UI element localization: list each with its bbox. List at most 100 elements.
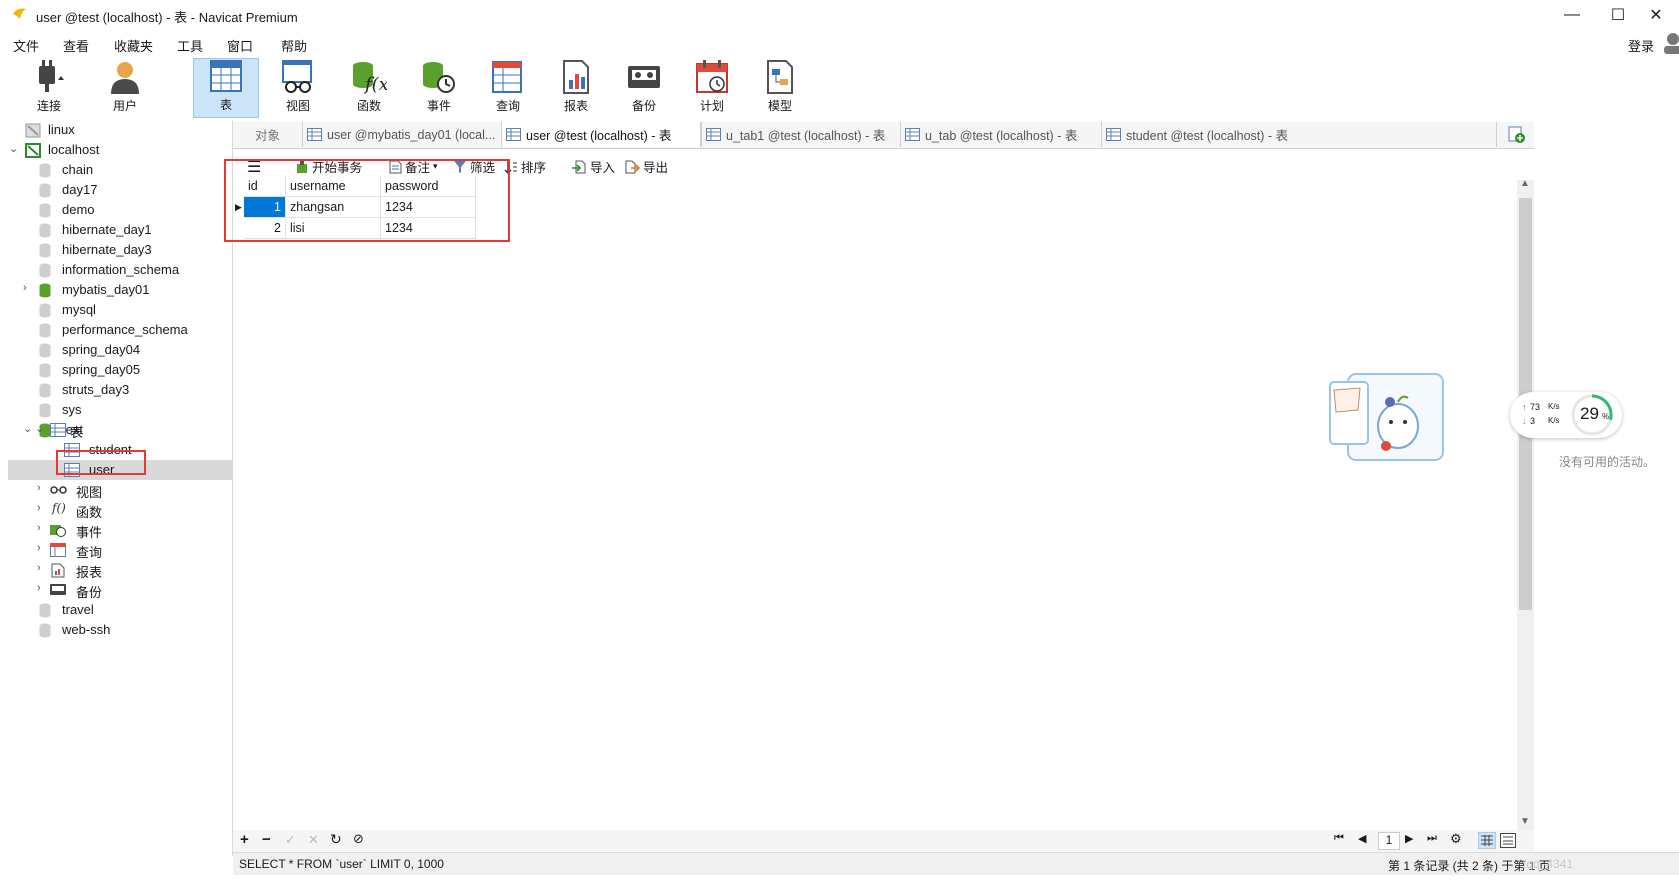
chevron-right-icon[interactable]: ›: [37, 582, 41, 594]
main-toolbar: 连接 用户 表 视图 f(x) 函数 事件 查询 报表 备份 计划 模型: [0, 56, 1679, 120]
chevron-right-icon[interactable]: ›: [23, 282, 27, 294]
tab-u-tab1[interactable]: u_tab1 @test (localhost) - 表: [701, 122, 901, 147]
chevron-right-icon[interactable]: ›: [37, 482, 41, 494]
chevron-right-icon[interactable]: ›: [37, 562, 41, 574]
tree-group-reports[interactable]: › 报表: [8, 560, 232, 580]
toolbar-user-button[interactable]: 用户: [92, 58, 158, 118]
tree-db-sys[interactable]: sys: [8, 400, 232, 420]
menu-tools[interactable]: 工具: [177, 36, 203, 55]
database-icon: [39, 223, 51, 238]
menu-view[interactable]: 查看: [63, 36, 89, 55]
tree-db-hibernate-day3[interactable]: hibernate_day3: [8, 240, 232, 260]
watermark-text: /qq_4341: [1523, 857, 1574, 871]
chevron-right-icon[interactable]: ›: [37, 522, 41, 534]
last-page-icon[interactable]: ⏭: [1427, 832, 1437, 845]
settings-gear-icon[interactable]: ⚙: [1450, 831, 1462, 847]
tab-u-tab[interactable]: u_tab @test (localhost) - 表: [901, 122, 1102, 147]
tree-db-mybatis-day01[interactable]: › mybatis_day01: [8, 280, 232, 300]
discard-icon[interactable]: ✕: [308, 832, 319, 848]
apply-icon[interactable]: ✓: [285, 832, 296, 848]
tree-group-tables[interactable]: ⌄ 表: [8, 420, 232, 440]
menu-file[interactable]: 文件: [13, 36, 39, 55]
tree-db-demo[interactable]: demo: [8, 200, 232, 220]
tab-student[interactable]: student @test (localhost) - 表: [1102, 122, 1497, 147]
tree-group-events[interactable]: › 事件: [8, 520, 232, 540]
button-label: 导入: [590, 161, 616, 175]
add-row-icon[interactable]: +: [240, 831, 249, 848]
tree-db-performance-schema[interactable]: performance_schema: [8, 320, 232, 340]
first-page-icon[interactable]: ⏮: [1334, 832, 1344, 845]
tree-group-queries[interactable]: › 查询: [8, 540, 232, 560]
scroll-down-icon[interactable]: ▼: [1520, 816, 1530, 827]
tree-db-chain[interactable]: chain: [8, 160, 232, 180]
refresh-icon[interactable]: ↻: [330, 831, 342, 848]
toolbar-schedule-button[interactable]: 计划: [679, 58, 745, 118]
tree-connection-localhost[interactable]: ⌄ localhost: [8, 140, 232, 160]
tree-db-day17[interactable]: day17: [8, 180, 232, 200]
login-link[interactable]: 登录: [1628, 36, 1654, 55]
toolbar-label: 事件: [426, 99, 451, 113]
toolbar-connect-button[interactable]: 连接: [16, 58, 82, 118]
menu-favorites[interactable]: 收藏夹: [114, 36, 153, 55]
tree-label: performance_schema: [62, 322, 188, 337]
tab-user-mybatis[interactable]: user @mybatis_day01 (local...: [303, 122, 502, 147]
chevron-right-icon[interactable]: ›: [37, 502, 41, 514]
account-avatar-icon[interactable]: [1661, 32, 1679, 54]
chevron-right-icon[interactable]: ›: [37, 542, 41, 554]
toolbar-function-button[interactable]: f(x) 函数: [336, 58, 402, 118]
toolbar-view-button[interactable]: 视图: [265, 58, 331, 118]
menu-help[interactable]: 帮助: [281, 36, 307, 55]
tree-group-views[interactable]: › 视图: [8, 480, 232, 500]
database-icon: [39, 243, 51, 258]
grid-view-icon[interactable]: [1478, 832, 1496, 849]
export-button[interactable]: 导出: [625, 157, 668, 176]
tree-connection-linux[interactable]: linux: [8, 120, 232, 140]
button-label: 导出: [643, 161, 669, 175]
scroll-up-icon[interactable]: ▲: [1520, 178, 1530, 189]
menu-window[interactable]: 窗口: [227, 36, 253, 55]
tree-db-spring-day04[interactable]: spring_day04: [8, 340, 232, 360]
tab-objects[interactable]: 对象: [233, 122, 303, 147]
toolbar-event-button[interactable]: 事件: [406, 58, 472, 118]
tree-label: spring_day04: [62, 342, 141, 357]
toolbar-label: 备份: [631, 99, 656, 113]
tree-db-spring-day05[interactable]: spring_day05: [8, 360, 232, 380]
tree-db-struts-day3[interactable]: struts_day3: [8, 380, 232, 400]
toolbar-report-button[interactable]: 报表: [543, 58, 609, 118]
toolbar-label: 查询: [495, 99, 520, 113]
function-icon: f(): [52, 501, 66, 515]
tree-group-backups[interactable]: › 备份: [8, 580, 232, 600]
vertical-scrollbar[interactable]: ▲ ▼: [1517, 178, 1534, 830]
tab-user-test[interactable]: user @test (localhost) - 表: [502, 122, 701, 147]
prev-page-icon[interactable]: ◀: [1358, 832, 1366, 845]
net-unit: K/s: [1548, 416, 1560, 425]
chevron-down-icon[interactable]: ⌄: [9, 142, 18, 155]
event-clock-icon: [50, 525, 66, 537]
database-icon: [39, 163, 51, 178]
tree-db-web-ssh[interactable]: web-ssh: [8, 620, 232, 640]
toolbar-backup-button[interactable]: 备份: [611, 58, 677, 118]
tree-db-information-schema[interactable]: information_schema: [8, 260, 232, 280]
toolbar-query-button[interactable]: 查询: [475, 58, 541, 118]
table-icon: [307, 128, 322, 141]
tree-db-travel[interactable]: travel: [8, 600, 232, 620]
close-button[interactable]: ✕: [1633, 0, 1679, 30]
tree-label: web-ssh: [62, 622, 111, 637]
toolbar-model-button[interactable]: 模型: [747, 58, 813, 118]
form-view-icon[interactable]: [1500, 833, 1516, 848]
tree-db-hibernate-day1[interactable]: hibernate_day1: [8, 220, 232, 240]
delete-row-icon[interactable]: −: [262, 831, 271, 848]
next-page-icon[interactable]: ▶: [1405, 832, 1413, 845]
import-button[interactable]: 导入: [572, 157, 615, 176]
minimize-button[interactable]: —: [1549, 0, 1595, 30]
chevron-down-icon[interactable]: ⌄: [35, 422, 44, 435]
page-number-input[interactable]: 1: [1378, 832, 1400, 850]
sort-button[interactable]: 排序: [504, 157, 546, 176]
stop-icon[interactable]: ⊘: [353, 831, 364, 847]
tree-label: 事件: [76, 525, 103, 540]
tree-label: sys: [62, 402, 82, 417]
toolbar-table-button[interactable]: 表: [193, 58, 259, 118]
tree-group-functions[interactable]: › f() 函数: [8, 500, 232, 520]
tree-db-mysql[interactable]: mysql: [8, 300, 232, 320]
new-tab-icon[interactable]: [1508, 126, 1526, 144]
